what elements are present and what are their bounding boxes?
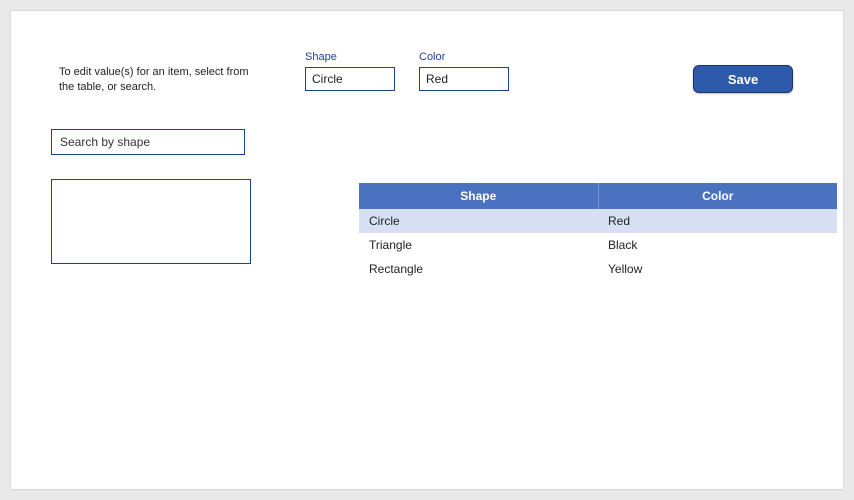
search-input[interactable] [51, 129, 245, 155]
table-row[interactable]: Rectangle Yellow [359, 257, 837, 281]
cell-color: Black [598, 233, 837, 257]
table-header-color: Color [598, 183, 837, 209]
table-header-row: Shape Color [359, 183, 837, 209]
table-row[interactable]: Circle Red [359, 209, 837, 233]
cell-color: Red [598, 209, 837, 233]
shape-label: Shape [305, 51, 395, 63]
save-button[interactable]: Save [693, 65, 793, 93]
color-field-group: Color [419, 51, 509, 91]
color-label: Color [419, 51, 509, 63]
color-input[interactable] [419, 67, 509, 91]
table-header-shape: Shape [359, 183, 598, 209]
search-results-box[interactable] [51, 179, 251, 264]
cell-shape: Rectangle [359, 257, 598, 281]
cell-color: Yellow [598, 257, 837, 281]
items-table: Shape Color Circle Red Triangle Black Re… [359, 183, 837, 281]
cell-shape: Triangle [359, 233, 598, 257]
table-row[interactable]: Triangle Black [359, 233, 837, 257]
shape-input[interactable] [305, 67, 395, 91]
cell-shape: Circle [359, 209, 598, 233]
shape-field-group: Shape [305, 51, 395, 91]
instruction-text: To edit value(s) for an item, select fro… [59, 65, 249, 96]
app-canvas: To edit value(s) for an item, select fro… [10, 10, 844, 490]
